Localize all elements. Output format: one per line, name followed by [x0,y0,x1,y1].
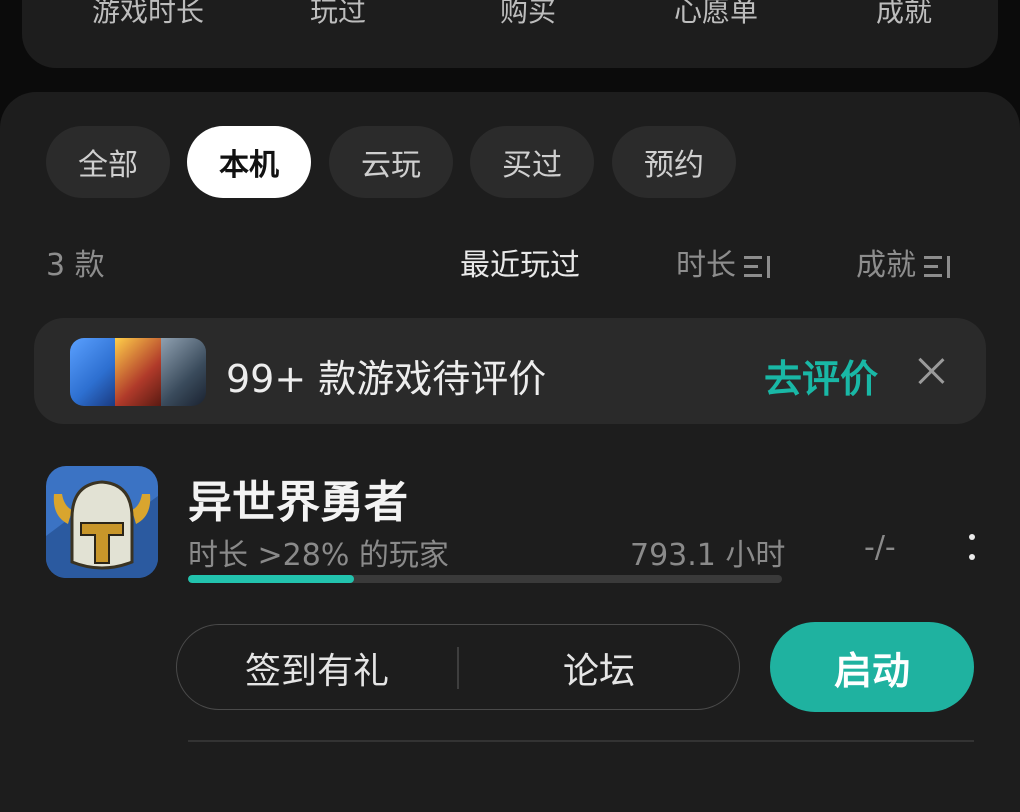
sort-order-icon [744,255,770,278]
filter-chip-all[interactable]: 全部 [46,126,170,198]
filter-chip-local[interactable]: 本机 [187,126,311,198]
close-icon[interactable] [914,354,948,388]
tab-purchased[interactable]: 购买 [500,0,556,30]
tab-achievements[interactable]: 成就 [876,0,932,30]
pending-games-icons [70,338,206,406]
sort-duration[interactable]: 时长 [676,240,770,284]
game-actions-group: 签到有礼 论坛 [176,624,740,710]
knight-helmet-icon[interactable] [46,466,158,578]
sort-recent[interactable]: 最近玩过 [460,240,580,284]
sort-achievement-label: 成就 [856,248,916,283]
filter-chip-reserved[interactable]: 预约 [612,126,736,198]
review-banner-text: 99+ 款游戏待评价 [226,357,547,401]
go-review-button[interactable]: 去评价 [764,348,878,403]
playtime-percentile: 时长 >28% 的玩家 [188,538,449,573]
game-thumb-icon [160,338,206,406]
game-title[interactable]: 异世界勇者 [188,466,408,530]
divider [188,740,974,742]
sort-order-icon [924,255,950,278]
filter-chip-bought[interactable]: 买过 [470,126,594,198]
game-count: 3 款 [46,248,105,283]
tab-wishlist[interactable]: 心愿单 [674,0,758,30]
achievement-progress: -/- [864,530,896,565]
game-thumb-icon [115,338,161,406]
progress-fill [188,575,355,583]
filter-chip-cloud[interactable]: 云玩 [329,126,453,198]
game-thumb-icon [70,338,116,406]
launch-button[interactable]: 启动 [770,622,974,712]
sort-achievement[interactable]: 成就 [856,240,950,284]
more-options-icon[interactable] [962,532,982,562]
playtime-hours: 793.1 小时 [630,538,786,573]
playtime-progress-bar [188,575,782,583]
checkin-button[interactable]: 签到有礼 [177,625,457,711]
sort-duration-label: 时长 [676,248,736,283]
tab-playtime[interactable]: 游戏时长 [92,0,204,30]
forum-button[interactable]: 论坛 [459,625,739,711]
tab-played[interactable]: 玩过 [310,0,366,30]
